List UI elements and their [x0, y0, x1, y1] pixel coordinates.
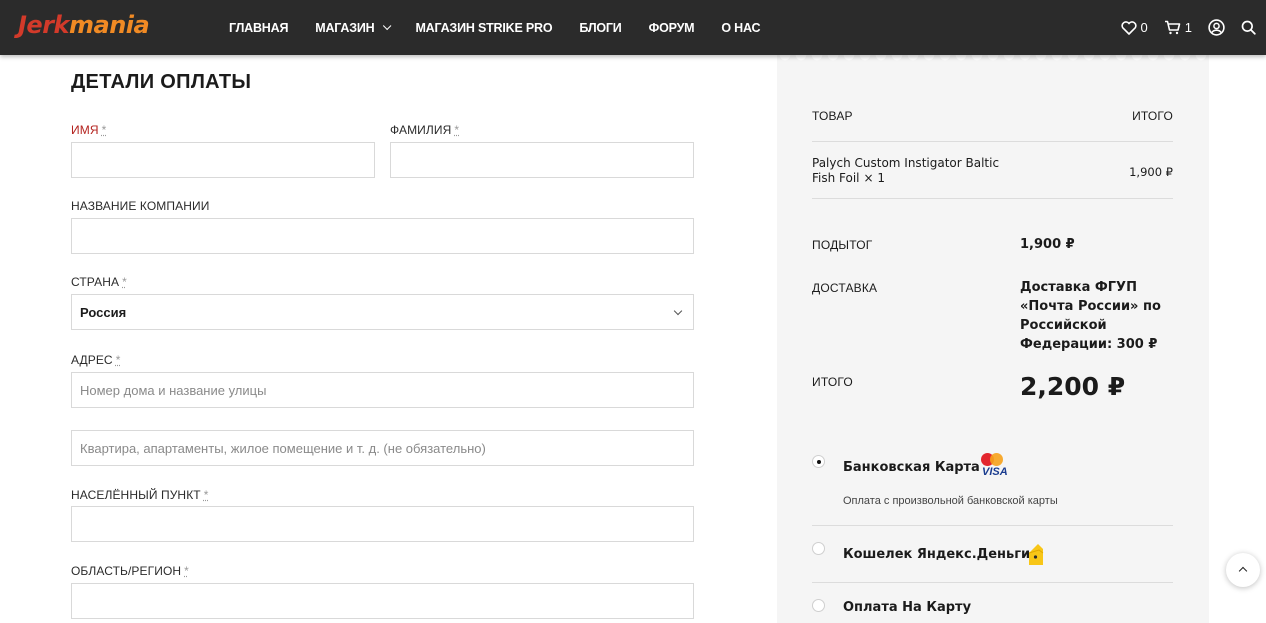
nav-item-about[interactable]: О НАС	[721, 21, 760, 35]
order-product-price: 1,900 ₽	[1129, 165, 1173, 179]
total-label: ИТОГО	[812, 375, 853, 389]
payment-label-pay-to-card[interactable]: Оплата На Карту	[843, 600, 971, 615]
order-review-panel: ТОВАР ИТОГО Palych Custom Instigator Bal…	[777, 55, 1209, 623]
top-navigation-bar: Jerkmania ГЛАВНАЯ МАГАЗИН МАГАЗИН STRIKE…	[0, 0, 1266, 55]
divider	[812, 525, 1173, 526]
subtotal-label: ПОДЫТОГ	[812, 238, 873, 252]
subtotal-value: 1,900 ₽	[1020, 237, 1075, 252]
region-input[interactable]	[71, 583, 694, 619]
divider	[812, 582, 1173, 583]
site-logo[interactable]: Jerkmania	[18, 11, 150, 39]
divider	[812, 198, 1173, 199]
cart-button[interactable]: 1	[1164, 20, 1192, 35]
nav-item-shop-strike-pro[interactable]: МАГАЗИН STRIKE PRO	[415, 21, 552, 35]
address-line1-input[interactable]	[71, 372, 694, 408]
mastercard-visa-icon: VISA	[979, 453, 1008, 481]
first-name-input[interactable]	[71, 142, 375, 178]
total-value: 2,200 ₽	[1020, 372, 1126, 401]
scroll-to-top-button[interactable]	[1226, 553, 1260, 587]
company-input[interactable]	[71, 218, 694, 254]
shipping-label: ДОСТАВКА	[812, 281, 878, 295]
wishlist-button[interactable]: 0	[1120, 20, 1148, 35]
chevron-down-icon	[383, 21, 392, 30]
order-col-total: ИТОГО	[1132, 109, 1173, 123]
city-input[interactable]	[71, 506, 694, 542]
billing-details-title: ДЕТАЛИ ОПЛАТЫ	[71, 71, 252, 93]
nav-item-home[interactable]: ГЛАВНАЯ	[229, 21, 288, 35]
heart-icon	[1120, 20, 1137, 35]
account-button[interactable]	[1208, 19, 1225, 36]
cart-icon	[1164, 20, 1181, 35]
nav-item-shop[interactable]: МАГАЗИН	[315, 21, 392, 35]
region-label: ОБЛАСТЬ/РЕГИОН *	[71, 564, 189, 578]
city-label: НАСЕЛЁННЫЙ ПУНКТ *	[71, 488, 209, 502]
nav-item-forum[interactable]: ФОРУМ	[649, 21, 695, 35]
shipping-value: Доставка ФГУП «Почта России» по Российск…	[1020, 280, 1161, 352]
yandex-money-icon	[1028, 544, 1044, 565]
payment-label-yandex-money[interactable]: Кошелек Яндекс.Деньги	[843, 547, 1030, 562]
order-product-qty: × 1	[863, 171, 886, 185]
cart-count: 1	[1184, 20, 1192, 35]
scalloped-edge	[777, 55, 1209, 67]
company-label: НАЗВАНИЕ КОМПАНИИ	[71, 199, 210, 213]
order-product-name: Palych Custom Instigator Baltic Fish Foi…	[812, 156, 1000, 185]
payment-radio-pay-to-card[interactable]	[812, 599, 825, 612]
search-icon	[1241, 20, 1256, 35]
payment-radio-yandex-money[interactable]	[812, 542, 825, 555]
chevron-down-icon	[673, 306, 683, 316]
last-name-label: ФАМИЛИЯ *	[390, 123, 460, 137]
address-line2-input[interactable]	[71, 430, 694, 466]
country-select[interactable]: Россия	[71, 294, 694, 330]
order-col-product: ТОВАР	[812, 109, 853, 123]
country-label: СТРАНА *	[71, 275, 127, 289]
last-name-input[interactable]	[390, 142, 694, 178]
nav-item-blogs[interactable]: БЛОГИ	[579, 21, 621, 35]
country-selected-value: Россия	[80, 304, 127, 320]
payment-radio-bank-card[interactable]	[812, 455, 825, 468]
user-icon	[1208, 19, 1225, 36]
wishlist-count: 0	[1140, 20, 1148, 35]
header-icons: 0 1	[1105, 0, 1256, 55]
payment-label-bank-card[interactable]: Банковская Карта	[843, 460, 980, 475]
main-menu: ГЛАВНАЯ МАГАЗИН МАГАЗИН STRIKE PRO БЛОГИ…	[229, 0, 787, 55]
search-button[interactable]	[1241, 20, 1256, 35]
payment-description-bank-card: Оплата с произвольной банковской карты	[843, 495, 1058, 507]
address-label: АДРЕС *	[71, 353, 121, 367]
divider	[812, 141, 1173, 142]
first-name-label: ИМЯ *	[71, 123, 107, 137]
